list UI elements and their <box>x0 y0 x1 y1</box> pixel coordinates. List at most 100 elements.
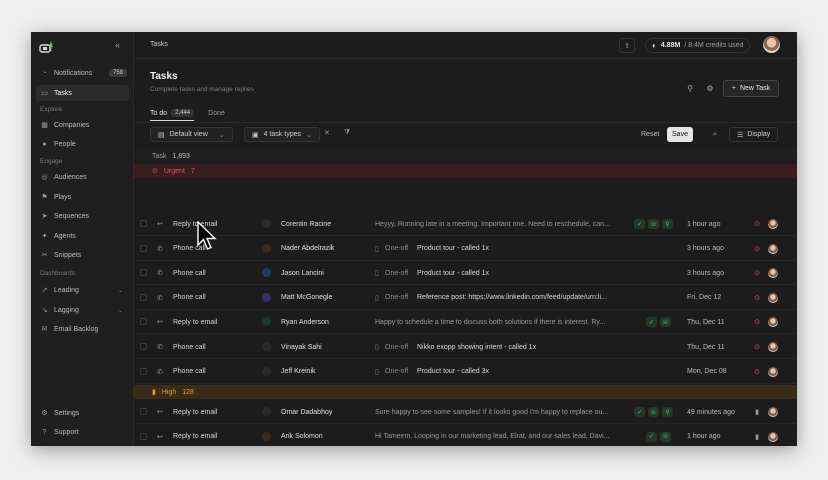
task-row[interactable]: ↩ Reply to email Omar Dadabhoy Sure happ… <box>134 400 797 424</box>
phone-icon: ✆ <box>157 344 163 351</box>
breadcrumb[interactable]: Tasks <box>150 41 168 48</box>
urgent-icon[interactable]: ⊙ <box>752 237 762 261</box>
action-chip-icon[interactable]: ⚲ <box>662 219 673 229</box>
view-selector[interactable]: ▤ Default view ⌄ <box>150 127 233 142</box>
action-chip-icon[interactable]: ✓ <box>634 219 645 229</box>
row-checkbox[interactable] <box>140 343 147 350</box>
task-row[interactable]: ↩ Reply to email Arik Solomon Hi Tameem,… <box>134 425 797 446</box>
action-chip-icon[interactable]: ✓ <box>634 407 645 417</box>
assignee-avatar[interactable] <box>768 243 778 254</box>
sidebar-item-people[interactable]: ● People <box>36 136 129 152</box>
assignee-avatar[interactable] <box>768 268 778 279</box>
sidebar-item-audiences[interactable]: ◎ Audiences <box>36 169 129 185</box>
action-chip-icon[interactable]: ☏ <box>648 407 659 417</box>
contact-name[interactable]: Corentin Racine <box>281 212 331 236</box>
task-row[interactable]: ✆ Phone call Nader Abdelrazik ▯ One-off P… <box>134 237 797 261</box>
sidebar-item-agents[interactable]: ✦ Agents <box>36 228 129 244</box>
contact-name[interactable]: Jeff Kreinik <box>281 360 316 384</box>
group-header-high[interactable]: ▮ High 128 <box>134 385 797 399</box>
user-avatar[interactable] <box>763 36 780 53</box>
priority-high-icon[interactable]: ▮ <box>752 400 762 424</box>
gear-icon: ⚙ <box>41 410 48 417</box>
task-row[interactable]: ✆ Phone call Matt McGonegle ▯ One-off Ref… <box>134 286 797 310</box>
tab-done[interactable]: Done <box>208 106 225 121</box>
export-icon[interactable]: ⇪ <box>619 38 635 53</box>
sidebar-item-email-backlog[interactable]: ✉ Email Backlog <box>36 321 129 337</box>
mail-icon: ✉ <box>41 326 48 333</box>
priority-high-icon[interactable]: ▮ <box>752 425 762 446</box>
contact-name[interactable]: Matt McGonegle <box>281 286 332 310</box>
action-chip-icon[interactable]: ☏ <box>660 317 671 328</box>
task-row[interactable]: ✆ Phone call Jeff Kreinik ▯ One-off Produ… <box>134 360 797 384</box>
group-header-task[interactable]: Task 1,893 <box>134 149 797 163</box>
tab-to-do[interactable]: To do 2,444 <box>150 106 195 121</box>
assignee-avatar[interactable] <box>768 292 778 303</box>
save-button[interactable]: Save <box>667 127 693 142</box>
action-chip-icon[interactable]: ☏ <box>648 219 659 229</box>
contact-name[interactable]: Omar Dadabhoy <box>281 400 332 424</box>
action-chip-icon[interactable]: ☏ <box>660 431 671 442</box>
sidebar-item-notifications[interactable]: ◔ Notifications 758 <box>36 65 129 81</box>
urgent-icon[interactable]: ⊙ <box>752 286 762 310</box>
contact-name[interactable]: Vinayak Sahi <box>281 335 322 359</box>
collapse-sidebar-icon[interactable]: « <box>115 40 120 50</box>
sidebar-item-label: Sequences <box>54 212 90 220</box>
new-task-button[interactable]: + New Task <box>723 80 779 97</box>
group-header-urgent[interactable]: ⊙ Urgent 7 <box>134 164 797 178</box>
contact-name[interactable]: Arik Solomon <box>281 425 323 446</box>
urgent-icon[interactable]: ⊙ <box>752 335 762 359</box>
urgent-icon[interactable]: ⊙ <box>752 212 762 236</box>
task-row[interactable]: ↩ Reply to email Ryan Anderson Happy to … <box>134 310 797 335</box>
contact-name[interactable]: Ryan Anderson <box>281 310 329 334</box>
sidebar-item-companies[interactable]: ▦ Companies <box>36 117 129 133</box>
assign-user-icon[interactable]: ⚲ <box>684 82 696 94</box>
assignee-avatar[interactable] <box>768 342 778 352</box>
gear-icon[interactable]: ⚙ <box>704 82 716 94</box>
sidebar-item-sequences[interactable]: ➤ Sequences <box>36 208 129 224</box>
sidebar-item-label: Notifications <box>54 69 93 77</box>
assignee-avatar[interactable] <box>768 317 778 328</box>
sidebar-item-lagging[interactable]: ↘ Lagging ⌄ <box>36 302 129 318</box>
row-checkbox[interactable] <box>140 318 147 326</box>
sidebar-item-snippets[interactable]: ✂ Snippets <box>36 247 129 263</box>
display-button[interactable]: ☰ Display <box>729 127 779 142</box>
contact-name[interactable]: Nader Abdelrazik <box>281 237 334 261</box>
urgent-icon[interactable]: ⊙ <box>752 310 762 334</box>
sidebar-item-tasks[interactable]: ▭ Tasks <box>36 85 129 101</box>
row-checkbox[interactable] <box>140 244 147 252</box>
task-row[interactable]: ✆ Phone call Jason Lancini ▯ One-off Prod… <box>134 261 797 286</box>
scissors-icon: ✂ <box>41 252 48 259</box>
one-off-label: One-off <box>385 245 409 253</box>
assignee-avatar[interactable] <box>768 431 778 442</box>
action-chip-icon[interactable]: ✓ <box>646 317 657 328</box>
row-checkbox[interactable] <box>140 220 147 227</box>
urgent-icon[interactable]: ⊙ <box>752 261 762 285</box>
sidebar-item-leading[interactable]: ↗ Leading ⌄ <box>36 282 129 298</box>
row-checkbox[interactable] <box>140 269 147 277</box>
sidebar-item-plays[interactable]: ⚑ Plays <box>36 189 129 205</box>
action-chip-icon[interactable]: ⚲ <box>662 407 673 417</box>
row-checkbox[interactable] <box>140 432 147 440</box>
row-checkbox[interactable] <box>140 408 147 415</box>
credits-indicator[interactable]: ◐ 4.88M / 8.4M credits used <box>645 38 751 53</box>
assignee-avatar[interactable] <box>768 219 778 229</box>
sidebar-item-support[interactable]: ? Support <box>36 424 129 440</box>
row-checkbox[interactable] <box>140 293 147 301</box>
reset-button[interactable]: Reset <box>641 128 659 141</box>
task-type-filter[interactable]: ▣ 4 task types ⌄ <box>244 127 320 142</box>
company-logo-icon <box>262 431 271 441</box>
row-checkbox[interactable] <box>140 367 147 375</box>
action-chip-icon[interactable]: ✓ <box>646 431 657 442</box>
urgent-icon[interactable]: ⊙ <box>752 360 762 384</box>
contact-name[interactable]: Jason Lancini <box>281 261 324 285</box>
filter-icon[interactable]: ⧩ <box>344 129 350 137</box>
task-row[interactable]: ↩ Reply to email Corentin Racine Heyyy, … <box>134 212 797 236</box>
search-icon[interactable]: ⌕ <box>713 128 717 141</box>
sidebar-item-settings[interactable]: ⚙ Settings <box>36 405 129 421</box>
clear-filter-icon[interactable]: ✕ <box>324 129 330 137</box>
assignee-avatar[interactable] <box>768 407 778 417</box>
assignee-avatar[interactable] <box>768 366 778 377</box>
one-off-label: One-off <box>385 269 409 277</box>
app-logo[interactable] <box>39 39 55 53</box>
task-row[interactable]: ✆ Phone call Vinayak Sahi ▯ One-off Nikko… <box>134 335 797 359</box>
